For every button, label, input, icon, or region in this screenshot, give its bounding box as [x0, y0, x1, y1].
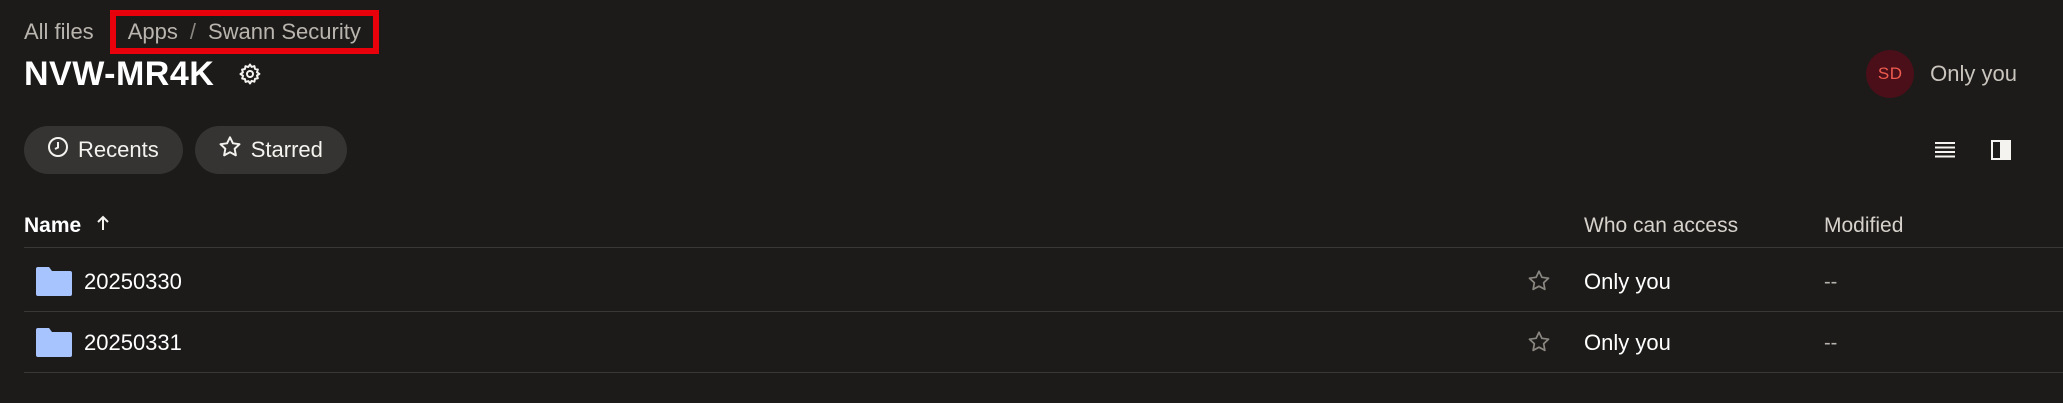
modified-value: -- [1824, 270, 1838, 293]
breadcrumb-highlight-box: Apps / Swann Security [109, 10, 379, 54]
info-panel-icon[interactable] [1985, 134, 2017, 166]
breadcrumb-apps[interactable]: Apps [128, 19, 178, 45]
column-name-label: Name [24, 214, 82, 237]
breadcrumb-swann-security[interactable]: Swann Security [208, 19, 361, 45]
title-row: NVW-MR4K [24, 52, 264, 96]
clock-icon [46, 135, 78, 165]
column-header-modified[interactable]: Modified [1824, 204, 1903, 248]
access-value: Only you [1584, 269, 1671, 294]
page-title: NVW-MR4K [24, 54, 215, 93]
recents-button[interactable]: Recents [24, 126, 183, 174]
filter-pills: Recents Starred [24, 126, 347, 174]
folder-icon [36, 266, 72, 301]
star-icon[interactable] [1526, 329, 1552, 360]
file-name[interactable]: 20250330 [84, 252, 182, 312]
file-name[interactable]: 20250331 [84, 313, 182, 373]
recents-label: Recents [78, 137, 159, 162]
list-view-icon[interactable] [1929, 134, 1961, 166]
starred-label: Starred [250, 137, 323, 162]
file-browser-page: All files Apps / Swann Security NVW-MR4K… [0, 0, 2063, 403]
breadcrumb: All files Apps / Swann Security [24, 10, 379, 54]
column-header-access[interactable]: Who can access [1584, 204, 1738, 248]
arrow-up-icon [81, 214, 111, 238]
gear-icon[interactable] [236, 60, 264, 88]
breadcrumb-separator: / [189, 19, 196, 44]
sharing-info[interactable]: SD Only you [1866, 50, 2017, 98]
folder-icon [36, 327, 72, 362]
table-row[interactable]: 20250330 Only you -- [24, 252, 2063, 312]
modified-value: -- [1824, 331, 1838, 354]
star-icon [217, 134, 251, 166]
access-value: Only you [1584, 330, 1671, 355]
breadcrumb-all-files[interactable]: All files [24, 19, 94, 45]
view-controls [1929, 134, 2017, 166]
starred-button[interactable]: Starred [194, 126, 347, 174]
column-header-name[interactable]: Name [24, 204, 111, 248]
table-row[interactable]: 20250331 Only you -- [24, 313, 2063, 373]
table-header: Name Who can access Modified [24, 204, 2063, 248]
sharing-label: Only you [1930, 61, 2017, 86]
avatar: SD [1866, 50, 1915, 98]
star-icon[interactable] [1526, 268, 1552, 299]
